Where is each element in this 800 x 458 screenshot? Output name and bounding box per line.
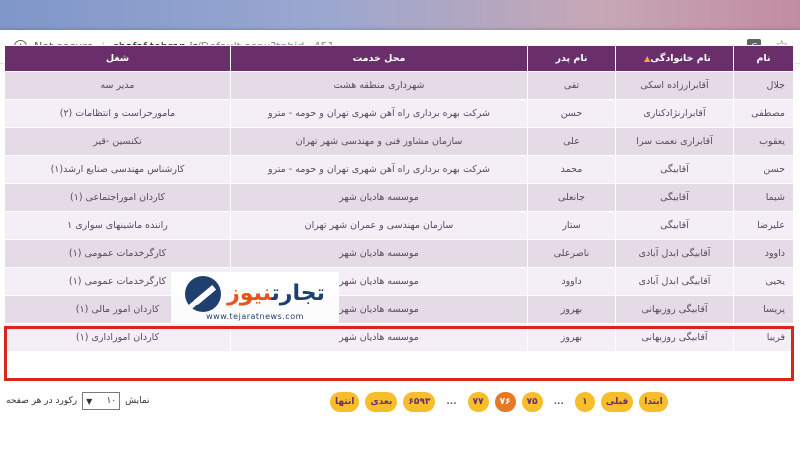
cell-first-name: فریبا — [733, 323, 794, 352]
pager-button[interactable]: ۶۵۹۳ — [403, 392, 436, 412]
table-row: حسن آقابیگی محمد شرکت بهره برداری راه آهن ش… — [4, 155, 794, 184]
table-row: شیما آقابیگی جانعلی موسسه هادیان شهر کاردان … — [4, 183, 794, 212]
page-size-value: ۱۰ — [106, 396, 117, 406]
pager-button[interactable]: ۷۶ — [494, 392, 516, 412]
cell-last-name: آقابیگی ابدل آبادی — [615, 267, 734, 296]
cell-last-name: آقابیگی روزبهانی — [615, 323, 734, 352]
cell-first-name: مصطفی — [733, 99, 794, 128]
cell-workplace: شرکت بهره برداری راه آهن شهری تهران و حو… — [230, 99, 528, 128]
cell-father-name: حسن — [527, 99, 616, 128]
cell-workplace: موسسه هادیان شهر — [230, 183, 528, 212]
column-first-name[interactable]: نام — [733, 45, 794, 72]
cell-first-name: داوود — [733, 239, 794, 268]
cell-father-name: بهروز — [527, 323, 616, 352]
cell-last-name: آقابراری نعمت سرا — [615, 127, 734, 156]
cell-first-name: پریسا — [733, 295, 794, 324]
cell-last-name: آقابیگی — [615, 183, 734, 212]
pager-button[interactable]: بعدی — [365, 392, 398, 412]
cell-first-name: شیما — [733, 183, 794, 212]
brand-name: تجارتنیوز — [227, 280, 325, 306]
column-last-name[interactable]: نام خانوادگی▲ — [615, 45, 734, 72]
cell-job: کارگرخدمات عمومی (۱) — [4, 239, 231, 268]
table-row: داوود آقابیگی ابدل آبادی ناصرعلی موسسه هادی… — [4, 239, 794, 268]
pager-button[interactable]: قبلی — [600, 392, 634, 412]
table-row: پریسا آقابیگی روزبهانی بهروز موسسه هادیان ش… — [4, 295, 794, 324]
page-size-control: نمایش ۱۰ ▼ رکورد در هر صفحه — [6, 392, 150, 410]
cell-father-name: جانعلی — [527, 183, 616, 212]
records-per-page-label: رکورد در هر صفحه — [6, 396, 78, 406]
pager-button[interactable]: ۱ — [574, 392, 595, 412]
chevron-down-icon: ▼ — [86, 396, 93, 406]
table-row: یحیی آقابیگی ابدل آبادی داوود موسسه هادیان … — [4, 267, 794, 296]
column-father-name[interactable]: نام پدر — [527, 45, 616, 72]
cell-workplace: سازمان مشاور فنی و مهندسی شهر تهران — [230, 127, 528, 156]
pager-button[interactable]: انتها — [330, 392, 360, 412]
brand-url: www.tejaratnews.com — [206, 311, 304, 321]
column-job[interactable]: شغل — [4, 45, 231, 72]
cell-father-name: محمد — [527, 155, 616, 184]
table-row: یعقوب آقابراری نعمت سرا علی سازمان مشاور فن… — [4, 127, 794, 156]
column-workplace[interactable]: محل خدمت — [230, 45, 528, 72]
watermark-logo: تجارتنیوز www.tejaratnews.com — [171, 272, 339, 324]
cell-job: مدیر سه — [4, 71, 231, 100]
cell-last-name: آقابرارزاده اسکی — [615, 71, 734, 100]
cell-first-name: علیرضا — [733, 211, 794, 240]
cell-last-name: آقابیگی ابدل آبادی — [615, 239, 734, 268]
cell-father-name: داوود — [527, 267, 616, 296]
cell-job: کاردان اموراجتماعی (۱) — [4, 183, 231, 212]
pager-button[interactable]: ۷۷ — [467, 392, 489, 412]
table-row: مصطفی آقابرارنژادکناری حسن شرکت بهره برداری… — [4, 99, 794, 128]
screen-background — [0, 0, 800, 30]
column-last-name-label: نام خانوادگی — [650, 53, 711, 64]
cell-last-name: آقابیگی روزبهانی — [615, 295, 734, 324]
cell-father-name: علی — [527, 127, 616, 156]
cell-last-name: آقابرارنژادکناری — [615, 99, 734, 128]
pagination: ابتدا قبلی ۱... ۷۵ ۷۶ ۷۷... ۶۵۹۳ بعدی انتها — [330, 392, 668, 412]
page-size-select[interactable]: ۱۰ ▼ — [82, 392, 121, 410]
pager-ellipsis: ... — [553, 397, 564, 407]
cell-last-name: آقابیگی — [615, 211, 734, 240]
cell-workplace: سازمان مهندسی و عمران شهر تهران — [230, 211, 528, 240]
cell-father-name: ناصرعلی — [527, 239, 616, 268]
cell-father-name: تقی — [527, 71, 616, 100]
pager-button[interactable]: ۷۵ — [521, 392, 543, 412]
cell-job: مامورحراست و انتظامات (۲) — [4, 99, 231, 128]
cell-father-name: ستار — [527, 211, 616, 240]
cell-last-name: آقابیگی — [615, 155, 734, 184]
table-row: فریبا آقابیگی روزبهانی بهروز موسسه هادیان ش… — [4, 323, 794, 352]
cell-first-name: یعقوب — [733, 127, 794, 156]
pager-button[interactable]: ابتدا — [639, 392, 668, 412]
cell-workplace: موسسه هادیان شهر — [230, 323, 528, 352]
cell-first-name: جلال — [733, 71, 794, 100]
cell-job: تکنسین -قیر — [4, 127, 231, 156]
table-row: جلال آقابرارزاده اسکی تقی شهرداری منطقه هشت… — [4, 71, 794, 100]
table-header-row: نام نام خانوادگی▲ نام پدر محل خدمت شغل — [4, 45, 794, 72]
cell-workplace: موسسه هادیان شهر — [230, 239, 528, 268]
personnel-table: نام نام خانوادگی▲ نام پدر محل خدمت شغل ج… — [4, 45, 794, 352]
pager-ellipsis: ... — [446, 397, 457, 407]
cell-workplace: شرکت بهره برداری راه آهن شهری تهران و حو… — [230, 155, 528, 184]
cell-job: کارشناس مهندسی صنایع ارشد(۱) — [4, 155, 231, 184]
cell-first-name: حسن — [733, 155, 794, 184]
brand-logo-icon — [185, 275, 222, 312]
cell-first-name: یحیی — [733, 267, 794, 296]
show-label: نمایش — [125, 396, 150, 406]
cell-father-name: بهروز — [527, 295, 616, 324]
table-row: علیرضا آقابیگی ستار سازمان مهندسی و عمران ش… — [4, 211, 794, 240]
cell-job: راننده ماشینهای سواری ۱ — [4, 211, 231, 240]
cell-job: کاردان اموراداری (۱) — [4, 323, 231, 352]
cell-workplace: شهرداری منطقه هشت — [230, 71, 528, 100]
